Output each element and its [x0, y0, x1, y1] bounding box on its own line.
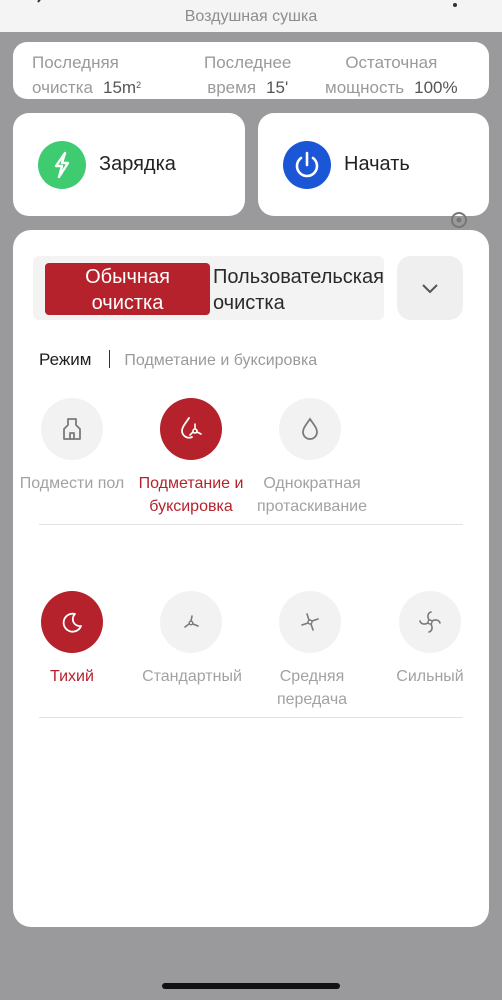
location-pin-icon[interactable] — [448, 210, 470, 232]
mode-row: Режим Подметание и буксировка — [39, 350, 317, 370]
mode-current-value: Подметание и буксировка — [124, 352, 318, 369]
charge-icon-circle — [38, 141, 86, 189]
mode-label: Режим — [39, 350, 92, 369]
charge-label: Зарядка — [99, 153, 176, 175]
start-label: Начать — [344, 153, 410, 175]
moon-icon[interactable] — [41, 591, 103, 653]
cleaning-type-tabs: Обычная очистка Пользовательская очистка — [33, 256, 384, 320]
power-icon — [295, 151, 319, 178]
fan-strong-icon[interactable] — [399, 591, 461, 653]
divider — [39, 524, 463, 525]
fan-medium-icon[interactable] — [279, 591, 341, 653]
tab-normal-cleaning[interactable]: Обычная очистка — [45, 263, 210, 315]
divider — [39, 717, 463, 718]
page-title: Воздушная сушка — [184, 8, 318, 25]
stat-last-time: Последнее время 15' — [204, 53, 292, 97]
broom-icon[interactable] — [41, 398, 103, 460]
mode-separator — [109, 350, 111, 368]
tab-custom-cleaning[interactable]: Пользовательская очистка — [213, 263, 385, 315]
charge-button[interactable]: Зарядка — [13, 113, 245, 216]
home-indicator[interactable] — [162, 983, 340, 989]
start-button[interactable]: Начать — [258, 113, 489, 216]
stats-card: Последняя очистка 15m2 Последнее время 15'… — [13, 42, 489, 99]
stat-last-cleaning: Последняя очистка 15m2 — [32, 53, 142, 97]
water-drop-icon[interactable] — [279, 398, 341, 460]
more-options-icon[interactable] — [451, 0, 459, 12]
expand-button[interactable] — [397, 256, 463, 320]
stat-remaining-power: Остаточная мощность 100% — [325, 53, 458, 97]
start-icon-circle — [283, 141, 331, 189]
sweep-mop-icon[interactable] — [160, 398, 222, 460]
lightning-icon — [54, 151, 70, 179]
cleaning-settings-card: Обычная очистка Пользовательская очистка… — [13, 230, 489, 927]
chevron-down-icon — [422, 284, 438, 294]
top-bar: Воздушная сушка — [0, 0, 502, 32]
fan-small-icon[interactable] — [160, 591, 222, 653]
